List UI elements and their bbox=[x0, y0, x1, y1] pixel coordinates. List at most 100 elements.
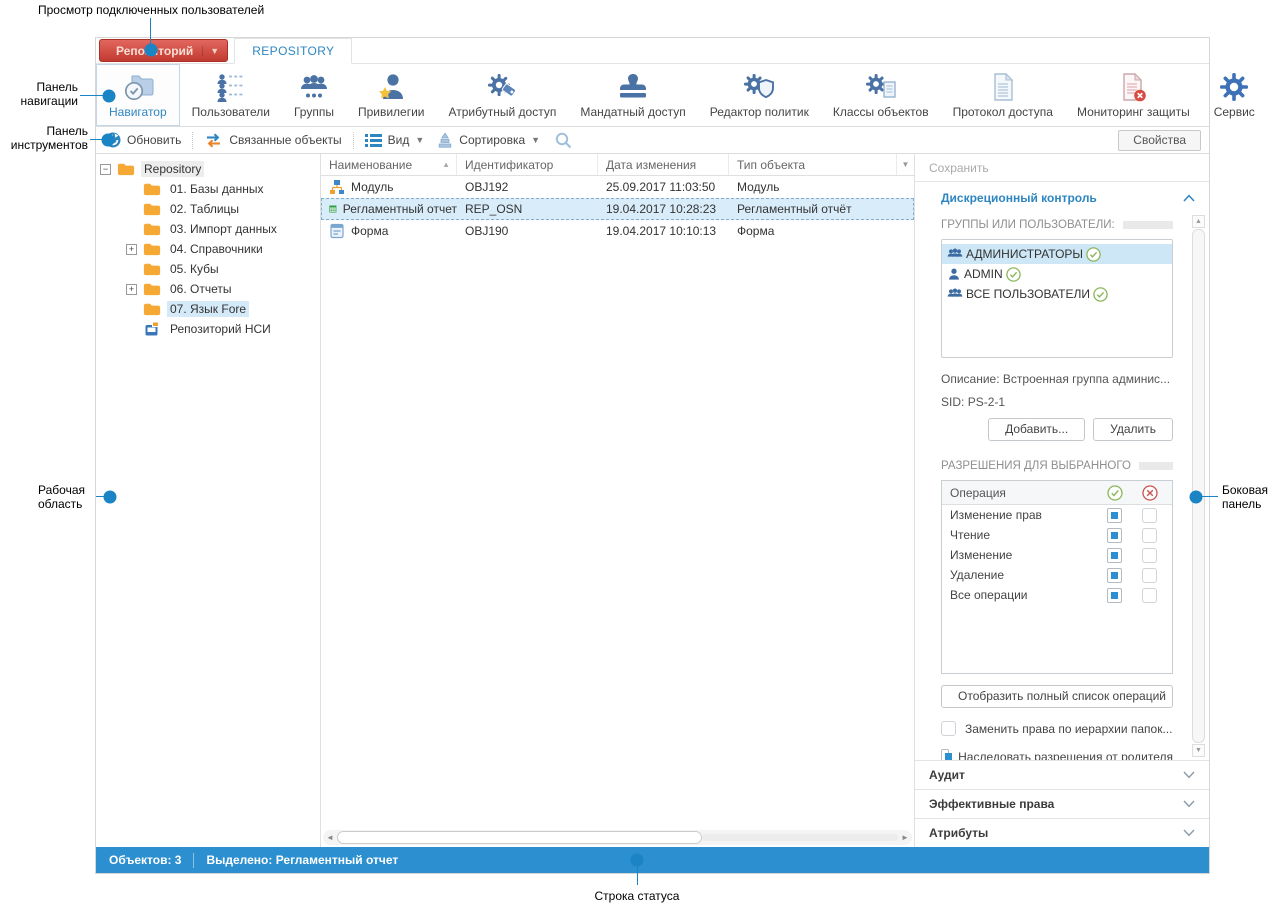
header-menu-icon[interactable]: ▼ bbox=[897, 154, 914, 175]
related-objects-button[interactable]: Связанные объекты bbox=[204, 133, 341, 148]
tree-row[interactable]: Репозиторий НСИ bbox=[96, 319, 320, 339]
folder-icon bbox=[143, 262, 161, 276]
scroll-left-icon[interactable]: ◄ bbox=[323, 833, 337, 842]
allow-checkbox[interactable] bbox=[1107, 548, 1122, 563]
tree-row[interactable]: 01. Базы данных bbox=[96, 179, 320, 199]
view-dropdown[interactable]: Вид ▼ bbox=[365, 133, 425, 147]
navigator-folder-check-icon bbox=[122, 72, 154, 102]
table-row[interactable]: Модуль OBJ192 25.09.2017 11:03:50 Модуль bbox=[321, 176, 914, 198]
tree-item-label[interactable]: 04. Справочники bbox=[167, 241, 266, 257]
ribbon-item-policy-editor[interactable]: Редактор политик bbox=[698, 64, 821, 126]
content-area: − Repository 01. Базы данных 02. Таблицы… bbox=[96, 154, 1209, 847]
scrollbar-thumb[interactable] bbox=[337, 831, 702, 844]
group-item[interactable]: АДМИНИСТРАТОРЫ bbox=[942, 244, 1172, 264]
sidebar-scrollbar[interactable]: ▲ ▼ bbox=[1192, 215, 1205, 757]
ribbon-item-groups[interactable]: Группы bbox=[282, 64, 346, 126]
replace-rights-option: Заменить права по иерархии папок... bbox=[941, 721, 1173, 736]
expand-box-icon[interactable]: + bbox=[126, 244, 137, 255]
inherit-permissions-checkbox[interactable] bbox=[941, 749, 949, 760]
group-icon bbox=[947, 247, 963, 261]
tree-row-root[interactable]: − Repository bbox=[96, 159, 320, 179]
table-row[interactable]: Регламентный отчет REP_OSN 19.04.2017 10… bbox=[321, 198, 914, 220]
screenshot-canvas: Репозиторий ▼ REPOSITORY Навигатор Польз… bbox=[0, 0, 1285, 908]
scroll-down-icon[interactable]: ▼ bbox=[1192, 744, 1205, 757]
ribbon-item-access-log[interactable]: Протокол доступа bbox=[941, 64, 1065, 126]
column-header-date[interactable]: Дата изменения bbox=[598, 154, 729, 175]
deny-checkbox[interactable] bbox=[1142, 568, 1157, 583]
group-item[interactable]: ВСЕ ПОЛЬЗОВАТЕЛИ bbox=[942, 284, 1172, 304]
ribbon-item-label: Группы bbox=[294, 105, 334, 119]
tree-row[interactable]: + 04. Справочники bbox=[96, 239, 320, 259]
description-value: Встроенная группа админис... bbox=[1003, 372, 1170, 386]
allow-checkbox[interactable] bbox=[1107, 588, 1122, 603]
section-discretionary-control[interactable]: Дискреционный контроль bbox=[915, 182, 1209, 213]
ribbon-item-service[interactable]: Сервис bbox=[1202, 64, 1267, 126]
tree-item-label[interactable]: 06. Отчеты bbox=[167, 281, 235, 297]
tree-item-label[interactable]: 05. Кубы bbox=[167, 261, 222, 277]
scroll-up-icon[interactable]: ▲ bbox=[1192, 215, 1205, 228]
tree-item-label[interactable]: 03. Импорт данных bbox=[167, 221, 280, 237]
allow-checkbox[interactable] bbox=[1107, 568, 1122, 583]
deny-checkbox[interactable] bbox=[1142, 548, 1157, 563]
horizontal-scrollbar[interactable]: ◄ ► bbox=[323, 830, 912, 845]
allow-checkbox[interactable] bbox=[1107, 528, 1122, 543]
properties-button[interactable]: Свойства bbox=[1118, 130, 1201, 151]
tree-item-label[interactable]: Репозиторий НСИ bbox=[167, 321, 274, 337]
related-objects-icon bbox=[204, 133, 223, 148]
add-button[interactable]: Добавить... bbox=[988, 418, 1085, 441]
tree-row[interactable]: 03. Импорт данных bbox=[96, 219, 320, 239]
tree-item-label-selected[interactable]: 07. Язык Fore bbox=[167, 301, 249, 317]
tree-row[interactable]: 05. Кубы bbox=[96, 259, 320, 279]
permission-name: Удаление bbox=[942, 568, 1097, 582]
groups-icon bbox=[299, 72, 329, 102]
allow-checkbox[interactable] bbox=[1107, 508, 1122, 523]
deny-checkbox[interactable] bbox=[1142, 588, 1157, 603]
deny-checkbox[interactable] bbox=[1142, 508, 1157, 523]
table-row[interactable]: Форма OBJ190 19.04.2017 10:10:13 Форма bbox=[321, 220, 914, 242]
group-item[interactable]: ADMIN bbox=[942, 264, 1172, 284]
ribbon-item-label: Привилегии bbox=[358, 105, 425, 119]
ribbon-item-security-monitoring[interactable]: Мониторинг защиты bbox=[1065, 64, 1202, 126]
refresh-button[interactable]: Обновить bbox=[105, 132, 181, 148]
repository-menu-button[interactable]: Репозиторий ▼ bbox=[99, 39, 228, 62]
replace-rights-checkbox[interactable] bbox=[941, 721, 956, 736]
tree-row[interactable]: 07. Язык Fore bbox=[96, 299, 320, 319]
tree-item-label[interactable]: 01. Базы данных bbox=[167, 181, 266, 197]
expand-box-icon[interactable]: + bbox=[126, 284, 137, 295]
column-header-type[interactable]: Тип объекта bbox=[729, 154, 897, 175]
ribbon-item-users[interactable]: Пользователи bbox=[180, 64, 282, 126]
cell-name: Форма bbox=[351, 224, 388, 238]
ribbon-item-object-classes[interactable]: Классы объектов bbox=[821, 64, 941, 126]
collapse-box-icon[interactable]: − bbox=[100, 164, 111, 175]
search-button[interactable] bbox=[555, 132, 572, 149]
deny-checkbox[interactable] bbox=[1142, 528, 1157, 543]
remove-button[interactable]: Удалить bbox=[1093, 418, 1173, 441]
ribbon-item-mandatory-access[interactable]: Мандатный доступ bbox=[568, 64, 697, 126]
folder-icon bbox=[117, 162, 135, 176]
column-header-name[interactable]: Наименование▲ bbox=[321, 154, 457, 175]
tab-bar: Репозиторий ▼ REPOSITORY bbox=[96, 38, 1209, 64]
section-attributes[interactable]: Атрибуты bbox=[915, 818, 1209, 847]
save-button[interactable]: Сохранить bbox=[915, 154, 1209, 182]
tree-row[interactable]: 02. Таблицы bbox=[96, 199, 320, 219]
deny-column-icon bbox=[1142, 485, 1158, 501]
scroll-right-icon[interactable]: ► bbox=[898, 833, 912, 842]
scrollbar-thumb[interactable] bbox=[1192, 229, 1205, 743]
section-effective-rights[interactable]: Эффективные права bbox=[915, 789, 1209, 818]
show-full-operations-button[interactable]: Отобразить полный список операций bbox=[941, 685, 1173, 708]
ribbon-item-privileges[interactable]: Привилегии bbox=[346, 64, 437, 126]
section-audit[interactable]: Аудит bbox=[915, 760, 1209, 789]
inherit-permissions-label: Наследовать разрешения от родителя bbox=[958, 750, 1173, 761]
ribbon-item-attribute-access[interactable]: Атрибутный доступ bbox=[437, 64, 569, 126]
sort-asc-icon: ▲ bbox=[442, 160, 450, 169]
check-circle-icon bbox=[1006, 267, 1021, 282]
scrollbar-track[interactable] bbox=[702, 834, 898, 841]
tree-root-label[interactable]: Repository bbox=[141, 161, 204, 177]
chevron-down-icon: ▼ bbox=[415, 135, 424, 145]
sort-dropdown[interactable]: Сортировка ▼ bbox=[437, 133, 540, 148]
tab-repository[interactable]: REPOSITORY bbox=[234, 38, 352, 64]
tree-row[interactable]: + 06. Отчеты bbox=[96, 279, 320, 299]
callout-status-bar: Строка статуса bbox=[582, 889, 692, 903]
tree-item-label[interactable]: 02. Таблицы bbox=[167, 201, 242, 217]
column-header-id[interactable]: Идентификатор bbox=[457, 154, 598, 175]
